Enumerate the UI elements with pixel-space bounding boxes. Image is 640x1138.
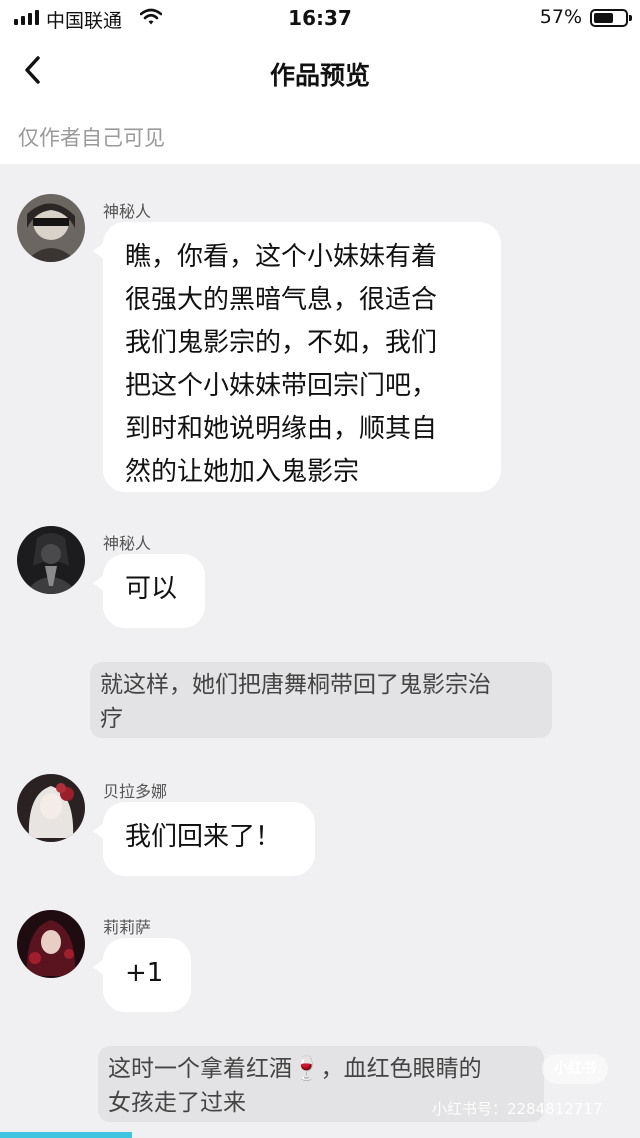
sender-name: 神秘人 [103, 534, 152, 553]
sender-name: 莉莉萨 [103, 918, 152, 937]
sender-name: 贝拉多娜 [103, 782, 168, 801]
narration-line: 就这样，她们把唐舞桐带回了鬼影宗治 [100, 672, 491, 698]
battery-percent: 57% [539, 6, 582, 28]
progress-bar [0, 1132, 132, 1138]
nav-bar: 作品预览 [0, 36, 640, 112]
visibility-note: 仅作者自己可见 [18, 126, 165, 150]
avatar[interactable] [17, 526, 85, 594]
watermark-id: 小红书号：2284812717 [432, 1100, 603, 1118]
avatar[interactable] [17, 910, 85, 978]
message-bubble[interactable]: 我们回来了！ [93, 802, 315, 876]
narration-block: 就这样，她们把唐舞桐带回了鬼影宗治 疗 [90, 662, 552, 738]
battery-icon [590, 9, 632, 27]
message-line: 很强大的黑暗气息，很适合 [125, 285, 438, 315]
narration-line: 疗 [100, 706, 123, 732]
page-title: 作品预览 [269, 61, 370, 90]
status-bar: 中国联通 16:37 57% [0, 0, 640, 36]
watermark-logo: 小红书 [542, 1054, 608, 1084]
message-line: 到时和她说明缘由，顺其自 [125, 414, 438, 444]
visibility-bar: 仅作者自己可见 [0, 112, 640, 164]
message-line: 我们鬼影宗的，不如，我们 [125, 328, 438, 358]
sender-name: 神秘人 [103, 202, 152, 221]
message-bubble[interactable]: 瞧，你看，这个小妹妹有着 很强大的黑暗气息，很适合 我们鬼影宗的，不如，我们 把… [93, 222, 501, 492]
chat-list[interactable]: 神秘人 瞧，你看，这个小妹妹有着 很强大的黑暗气息，很适合 我们鬼影宗的，不如，… [0, 164, 640, 1138]
narration-line: 这时一个拿着红酒🍷，血红色眼睛的 [108, 1056, 482, 1082]
avatar[interactable] [17, 774, 85, 842]
message-line: 瞧，你看，这个小妹妹有着 [125, 242, 438, 272]
message-bubble[interactable]: 可以 [93, 554, 205, 628]
message-bubble[interactable]: +1 [93, 938, 191, 1012]
avatar[interactable] [17, 194, 85, 262]
message-line: 把这个小妹妹带回宗门吧， [125, 371, 438, 401]
message-line: 然的让她加入鬼影宗 [125, 457, 360, 487]
